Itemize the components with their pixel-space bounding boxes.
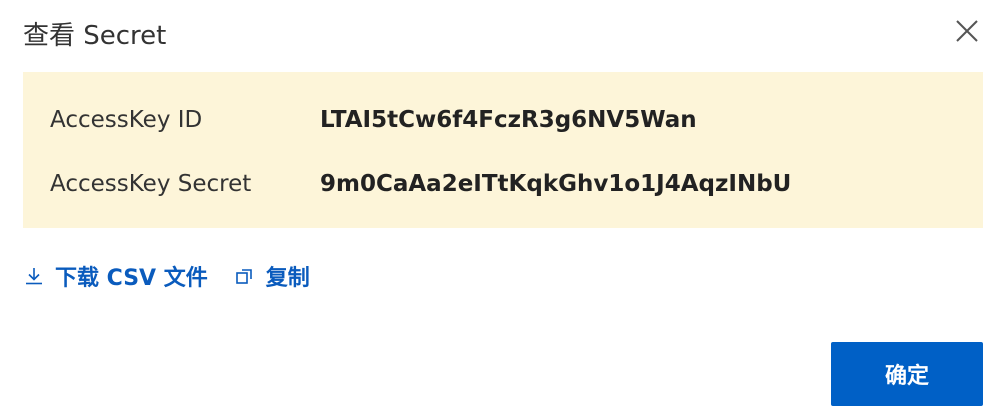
accesskey-id-value: LTAI5tCw6f4FczR3g6NV5Wan bbox=[320, 107, 697, 133]
accesskey-id-label: AccessKey ID bbox=[50, 107, 203, 133]
view-secret-dialog: 查看 Secret AccessKey ID LTAI5tCw6f4FczR3g… bbox=[0, 0, 997, 419]
accesskey-secret-value: 9m0CaAa2eITtKqkGhv1o1J4AqzINbU bbox=[320, 171, 792, 197]
credentials-panel: AccessKey ID LTAI5tCw6f4FczR3g6NV5Wan Ac… bbox=[23, 72, 983, 228]
copy-link[interactable]: 复制 bbox=[234, 260, 310, 292]
download-csv-link[interactable]: 下载 CSV 文件 bbox=[23, 260, 208, 292]
dialog-title: 查看 Secret bbox=[23, 21, 167, 51]
copy-label: 复制 bbox=[265, 266, 310, 291]
accesskey-id-row: AccessKey ID LTAI5tCw6f4FczR3g6NV5Wan bbox=[23, 102, 983, 138]
close-icon[interactable] bbox=[954, 18, 980, 44]
download-icon bbox=[23, 265, 45, 287]
actions-bar: 下载 CSV 文件 复制 bbox=[23, 258, 310, 294]
accesskey-secret-row: AccessKey Secret 9m0CaAa2eITtKqkGhv1o1J4… bbox=[23, 166, 983, 202]
confirm-button[interactable]: 确定 bbox=[831, 342, 983, 406]
copy-icon bbox=[234, 265, 256, 287]
accesskey-secret-label: AccessKey Secret bbox=[50, 171, 252, 197]
download-csv-label: 下载 CSV 文件 bbox=[55, 266, 208, 291]
